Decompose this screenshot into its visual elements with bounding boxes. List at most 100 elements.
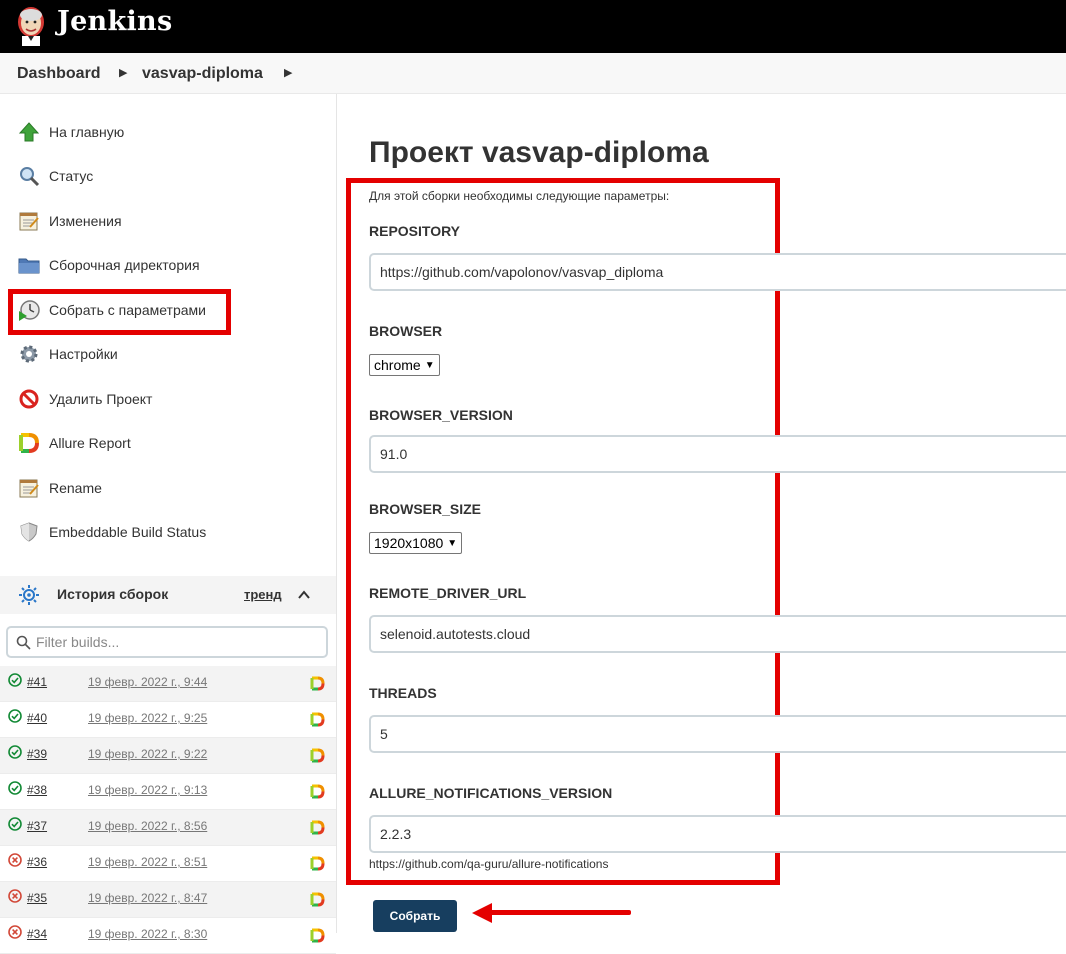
brand-title[interactable]: Jenkins — [57, 6, 172, 37]
threads-input[interactable]: 5 — [369, 715, 1066, 753]
notepad-icon — [19, 479, 39, 498]
highlight-annotation — [8, 289, 231, 335]
arrow-annotation-line — [489, 910, 631, 915]
success-check-icon — [8, 781, 22, 795]
build-date-link[interactable]: 19 февр. 2022 г., 9:25 — [88, 711, 207, 725]
build-date-link[interactable]: 19 февр. 2022 г., 8:56 — [88, 819, 207, 833]
browser-size-select-value: 1920x1080 — [374, 535, 444, 551]
task-label: Embeddable Build Status — [49, 524, 207, 540]
breadcrumb-project[interactable]: vasvap-diploma — [142, 65, 263, 83]
build-row[interactable]: #38 19 февр. 2022 г., 9:13 — [0, 774, 336, 810]
build-row[interactable]: #34 19 февр. 2022 г., 8:30 — [0, 918, 336, 954]
task-label: Allure Report — [49, 435, 131, 451]
jenkins-logo-icon[interactable] — [16, 5, 46, 47]
folder-icon — [18, 258, 40, 274]
param-label-repository: REPOSITORY — [369, 223, 461, 239]
notepad-icon — [19, 212, 39, 231]
task-workspace[interactable]: Сборочная директория — [18, 253, 200, 277]
build-date-link[interactable]: 19 февр. 2022 г., 8:30 — [88, 927, 207, 941]
param-label-browser: BROWSER — [369, 323, 443, 339]
task-home[interactable]: На главную — [18, 120, 124, 144]
allure-icon[interactable] — [310, 892, 325, 907]
allure-icon[interactable] — [310, 712, 325, 727]
param-label-threads: THREADS — [369, 685, 437, 701]
remote-driver-url-input[interactable]: selenoid.autotests.cloud — [369, 615, 1066, 653]
build-date-link[interactable]: 19 февр. 2022 г., 9:44 — [88, 675, 207, 689]
build-number-link[interactable]: #36 — [27, 855, 47, 869]
task-changes[interactable]: Изменения — [18, 209, 122, 233]
filter-builds-input[interactable] — [36, 633, 316, 651]
task-status[interactable]: Статус — [18, 164, 93, 188]
task-label: Изменения — [49, 213, 122, 229]
build-history-header: История сборок тренд — [0, 576, 336, 614]
allure-icon — [19, 433, 39, 453]
task-label: Статус — [49, 168, 94, 184]
param-help-text: https://github.com/qa-guru/allure-notifi… — [369, 857, 609, 871]
build-number-link[interactable]: #39 — [27, 747, 47, 761]
allure-icon[interactable] — [310, 928, 325, 943]
browser-size-select[interactable]: 1920x1080 ▼ — [369, 532, 463, 554]
breadcrumb-separator-icon[interactable]: ▶ — [119, 66, 127, 79]
task-label: Rename — [49, 480, 102, 496]
breadcrumb-dashboard[interactable]: Dashboard — [17, 65, 101, 83]
build-date-link[interactable]: 19 февр. 2022 г., 9:22 — [88, 747, 207, 761]
trend-link[interactable]: тренд — [244, 587, 282, 602]
build-number-link[interactable]: #35 — [27, 891, 47, 905]
breadcrumb-separator-icon[interactable]: ▶ — [284, 66, 292, 79]
allure-icon[interactable] — [310, 784, 325, 799]
repository-input[interactable]: https://github.com/vapolonov/vasvap_dipl… — [369, 253, 1066, 291]
param-label-allure-notifications-version: ALLURE_NOTIFICATIONS_VERSION — [369, 785, 613, 801]
no-entry-icon — [19, 389, 39, 409]
build-list: #41 19 февр. 2022 г., 9:44 #40 19 февр. 202… — [0, 666, 336, 954]
breadcrumb: Dashboard ▶ vasvap-diploma ▶ — [0, 53, 1066, 94]
success-check-icon — [8, 745, 22, 759]
chevron-down-icon: ▼ — [447, 537, 458, 549]
page-title: Проект vasvap-diploma — [369, 136, 709, 169]
task-configure[interactable]: Настройки — [18, 342, 118, 366]
allure-icon[interactable] — [310, 820, 325, 835]
allure-icon[interactable] — [310, 748, 325, 763]
build-row[interactable]: #37 19 февр. 2022 г., 8:56 — [0, 810, 336, 846]
build-row[interactable]: #41 19 февр. 2022 г., 9:44 — [0, 666, 336, 702]
failure-x-icon — [8, 853, 22, 867]
filter-builds-field[interactable] — [6, 626, 328, 658]
build-date-link[interactable]: 19 февр. 2022 г., 8:51 — [88, 855, 207, 869]
build-date-link[interactable]: 19 февр. 2022 г., 8:47 — [88, 891, 207, 905]
build-row[interactable]: #39 19 февр. 2022 г., 9:22 — [0, 738, 336, 774]
build-row[interactable]: #36 19 февр. 2022 г., 8:51 — [0, 846, 336, 882]
build-row[interactable]: #40 19 февр. 2022 г., 9:25 — [0, 702, 336, 738]
allure-notifications-version-input[interactable]: 2.2.3 — [369, 815, 1066, 853]
magnifier-icon — [20, 167, 40, 187]
allure-icon[interactable] — [310, 676, 325, 691]
browser-select-value: chrome — [374, 357, 421, 373]
browser-version-input[interactable]: 91.0 — [369, 435, 1066, 473]
success-check-icon — [8, 817, 22, 831]
task-rename[interactable]: Rename — [18, 476, 102, 500]
build-number-link[interactable]: #38 — [27, 783, 47, 797]
build-history-icon — [19, 585, 39, 605]
allure-icon[interactable] — [310, 856, 325, 871]
build-number-link[interactable]: #34 — [27, 927, 47, 941]
build-button[interactable]: Собрать — [373, 900, 457, 932]
failure-x-icon — [8, 925, 22, 939]
top-bar: Jenkins — [0, 0, 1066, 53]
task-embeddable-build-status[interactable]: Embeddable Build Status — [18, 520, 206, 544]
success-check-icon — [8, 709, 22, 723]
param-label-remote-driver-url: REMOTE_DRIVER_URL — [369, 585, 527, 601]
failure-x-icon — [8, 889, 22, 903]
build-row[interactable]: #35 19 февр. 2022 г., 8:47 — [0, 882, 336, 918]
build-number-link[interactable]: #40 — [27, 711, 47, 725]
build-number-link[interactable]: #37 — [27, 819, 47, 833]
task-label: На главную — [49, 124, 125, 140]
browser-select[interactable]: chrome ▼ — [369, 354, 440, 376]
up-arrow-icon — [18, 122, 40, 142]
task-delete-project[interactable]: Удалить Проект — [18, 387, 152, 411]
build-number-link[interactable]: #41 — [27, 675, 47, 689]
chevron-down-icon: ▼ — [424, 359, 435, 371]
success-check-icon — [8, 673, 22, 687]
task-allure-report[interactable]: Allure Report — [18, 431, 131, 455]
parameters-description: Для этой сборки необходимы следующие пар… — [369, 189, 670, 203]
build-date-link[interactable]: 19 февр. 2022 г., 9:13 — [88, 783, 207, 797]
chevron-up-icon[interactable] — [297, 588, 311, 602]
shield-icon — [20, 522, 38, 542]
